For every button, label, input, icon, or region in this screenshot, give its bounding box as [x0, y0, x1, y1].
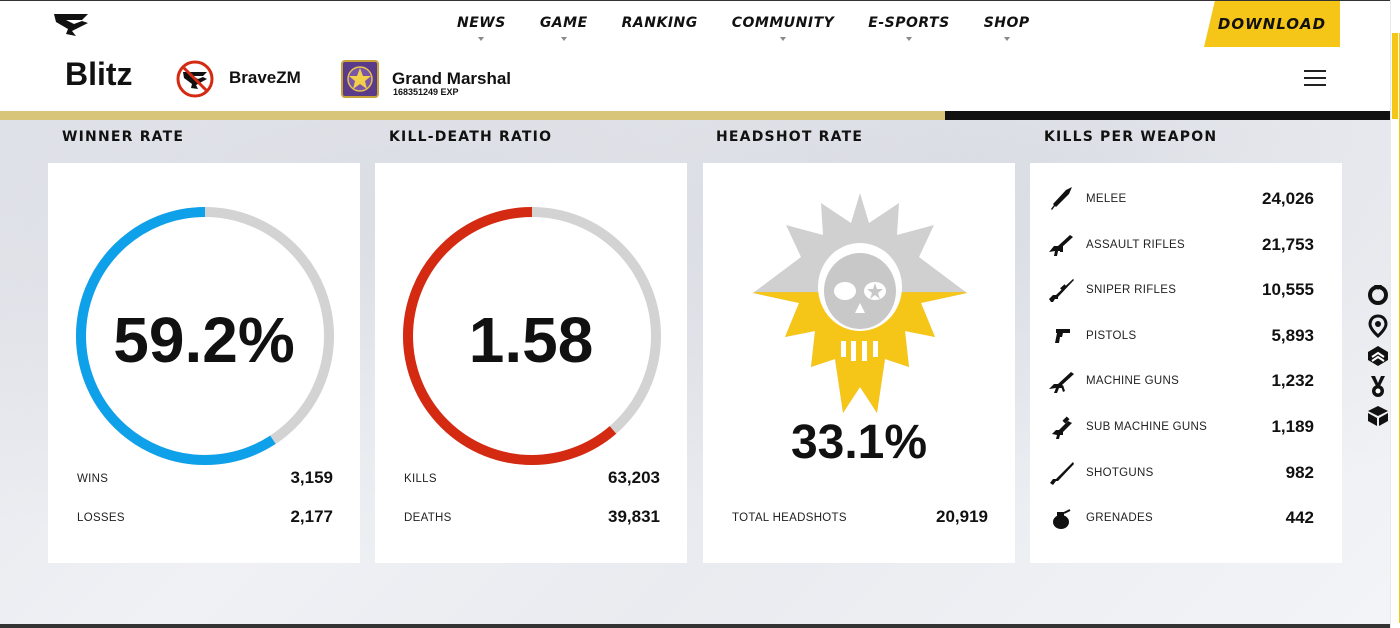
hamburger-menu-icon[interactable]	[1304, 68, 1326, 88]
exp-progress-fill	[0, 111, 946, 120]
kd-ratio-card: 1.58 KILLS 63,203 DEATHS 39,831	[375, 163, 687, 563]
player-profile-header: Blitz BraveZM Grand Marshal 168351249 EX…	[0, 48, 1390, 112]
caret-down-icon	[1003, 37, 1010, 41]
wins-value: 3,159	[290, 468, 333, 487]
deaths-value: 39,831	[608, 507, 660, 526]
winner-rate-value: 59.2%	[113, 304, 295, 376]
top-navigation-bar: NEWS GAME RANKING COMMUNITY E-SPORTS SHOP DOW…	[0, 0, 1390, 48]
caret-down-icon	[905, 37, 912, 41]
headshot-rate-title: HEADSHOT RATE	[716, 129, 864, 145]
nav-label: E-SPORTS	[868, 15, 950, 31]
weapon-row: MACHINE GUNS 1,232	[1048, 366, 1314, 396]
kd-ratio-value: 1.58	[468, 304, 594, 376]
grenade-icon	[1053, 509, 1071, 530]
weapon-label: SUB MACHINE GUNS	[1086, 421, 1208, 433]
losses-value: 2,177	[290, 507, 333, 526]
weapon-kills-value: 982	[1285, 462, 1314, 482]
rank-insignia-icon	[341, 60, 379, 98]
download-button[interactable]: DOWNLOAD	[1204, 1, 1340, 47]
nav-e-sports[interactable]: E-SPORTS	[851, 1, 966, 49]
exp-progress-bar	[0, 111, 1390, 120]
nav-label: COMMUNITY	[731, 15, 835, 31]
pistol-icon	[1055, 328, 1070, 343]
medal-icon[interactable]	[1366, 374, 1390, 398]
winner-rate-title: WINNER RATE	[62, 129, 185, 145]
nav-label: GAME	[539, 15, 588, 31]
weapon-kills-value: 21,753	[1262, 234, 1314, 254]
kills-per-weapon-title: KILLS PER WEAPON	[1044, 129, 1218, 145]
caret-down-icon	[560, 37, 567, 41]
weapon-kills-value: 10,555	[1262, 280, 1314, 300]
losses-label: LOSSES	[77, 512, 125, 524]
weapon-row: ASSAULT RIFLES 21,753	[1048, 230, 1314, 260]
assault-rifle-icon	[1049, 234, 1073, 256]
nav-label: SHOP	[983, 15, 1030, 31]
nav-label: NEWS	[457, 15, 506, 31]
weapon-label: ASSAULT RIFLES	[1086, 238, 1186, 251]
machine-gun-icon	[1049, 372, 1074, 394]
map-pin-icon[interactable]	[1366, 314, 1390, 338]
clan-name[interactable]: BraveZM	[229, 68, 301, 88]
weapon-kills-value: 1,189	[1271, 417, 1314, 436]
weapon-row: MELEE 24,026	[1048, 184, 1314, 214]
nav-news[interactable]: NEWS	[440, 1, 523, 49]
rank-name: Grand Marshal	[392, 69, 512, 88]
rank-exp: 168351249 EXP	[393, 87, 459, 97]
kills-value: 63,203	[608, 468, 660, 487]
weapon-row: SUB MACHINE GUNS 1,189	[1048, 412, 1314, 442]
cube-icon[interactable]	[1366, 404, 1390, 428]
nav-shop[interactable]: SHOP	[967, 1, 1047, 49]
shotgun-icon	[1050, 461, 1074, 485]
weapon-row: GRENADES 442	[1048, 503, 1314, 533]
nav-game[interactable]: GAME	[523, 1, 605, 49]
headshot-rate-card: 33.1% TOTAL HEADSHOTS 20,919	[703, 163, 1015, 563]
deaths-label: DEATHS	[404, 512, 452, 524]
weapon-label: MACHINE GUNS	[1086, 375, 1180, 388]
winner-rate-card: 59.2% WINS 3,159 LOSSES 2,177	[48, 163, 360, 563]
rank-chevron-icon[interactable]	[1366, 344, 1390, 368]
knife-icon	[1051, 187, 1072, 210]
page-scrollbar[interactable]	[1390, 0, 1400, 628]
headshot-skull-icon	[753, 193, 967, 413]
sniper-rifle-icon	[1049, 279, 1074, 303]
kills-per-weapon-card: MELEE 24,026 ASSAULT RIFLES 21,753 SNIPER RI…	[1030, 163, 1342, 563]
weapon-label: GRENADES	[1086, 512, 1153, 525]
total-headshots-value: 20,919	[936, 507, 988, 526]
ring-icon[interactable]	[1366, 282, 1390, 306]
nav-ranking[interactable]: RANKING	[605, 1, 715, 49]
nav-label: RANKING	[621, 15, 698, 31]
wins-label: WINS	[77, 473, 109, 485]
bottom-divider	[0, 624, 1390, 628]
weapon-kills-value: 24,026	[1262, 189, 1314, 208]
caret-down-icon	[780, 37, 787, 41]
weapon-kills-value: 442	[1285, 508, 1314, 528]
weapon-label: SHOTGUNS	[1086, 466, 1154, 479]
crossfire-logo-icon[interactable]	[52, 11, 92, 37]
nav-community[interactable]: COMMUNITY	[715, 1, 852, 49]
weapon-row: SNIPER RIFLES 10,555	[1048, 275, 1314, 305]
weapon-row: SHOTGUNS 982	[1048, 458, 1314, 488]
headshot-rate-value: 33.1%	[790, 416, 928, 469]
total-headshots-label: TOTAL HEADSHOTS	[732, 512, 847, 524]
weapon-label: PISTOLS	[1086, 329, 1137, 342]
player-name: Blitz	[65, 56, 133, 92]
scrollbar-thumb[interactable]	[1392, 33, 1398, 119]
smg-icon	[1052, 416, 1072, 439]
weapon-kills-value: 5,893	[1271, 325, 1314, 345]
weapon-label: SNIPER RIFLES	[1086, 284, 1177, 297]
weapon-label: MELEE	[1086, 193, 1127, 205]
weapon-kills-value: 1,232	[1271, 371, 1314, 391]
clan-emblem-icon[interactable]	[176, 60, 214, 98]
kd-ratio-title: KILL-DEATH RATIO	[389, 129, 553, 145]
main-nav: NEWS GAME RANKING COMMUNITY E-SPORTS SHOP	[440, 1, 1047, 49]
caret-down-icon	[478, 37, 485, 41]
weapon-row: PISTOLS 5,893	[1048, 321, 1314, 351]
kills-label: KILLS	[404, 473, 437, 485]
